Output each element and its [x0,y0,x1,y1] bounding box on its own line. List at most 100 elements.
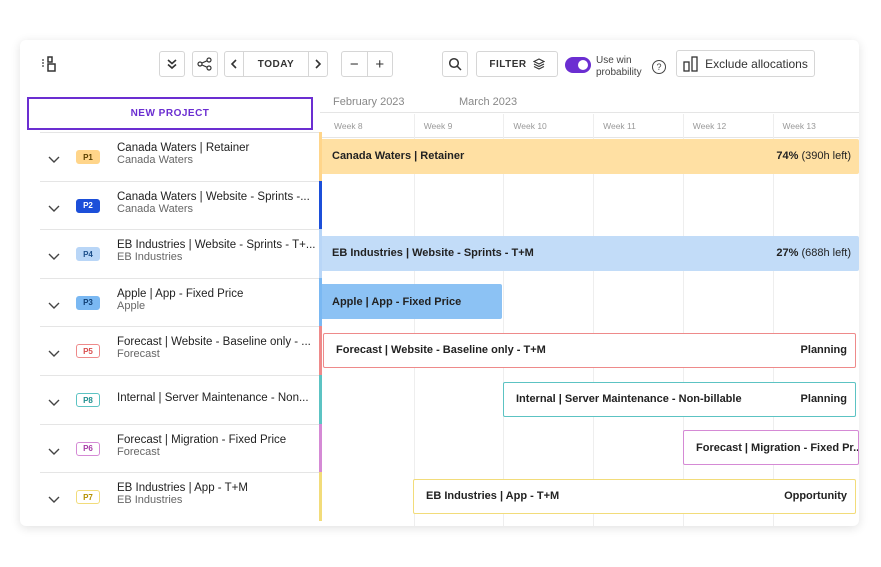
week-label: Week 10 [513,121,547,131]
project-badge: P2 [76,198,100,213]
project-row[interactable]: P6 Forecast | Migration - Fixed Price Fore… [40,423,320,472]
project-title[interactable]: Canada Waters | Retainer [117,142,249,154]
split-view-icon[interactable] [38,52,60,76]
exclude-allocations-label: Exclude allocations [705,56,808,71]
week-gridline [503,114,505,526]
filter-layers-icon [532,58,545,70]
project-badge: P8 [76,393,100,407]
win-probability-line2: probability [596,67,642,78]
project-color-stripe [319,180,322,230]
bar-status: Planning [801,393,847,405]
project-bar[interactable]: Forecast | Website - Baseline only - T+M… [323,332,856,368]
bar-status: 74% (390h left) [776,150,851,162]
project-bar[interactable]: Internal | Server Maintenance - Non-bill… [503,381,856,417]
chevron-down-icon[interactable] [48,151,60,169]
week-gridline [593,114,595,526]
project-color-stripe [319,423,322,473]
toolbar: TODAY − + FILTER Use win probability ? E… [20,40,859,92]
chevron-down-icon[interactable] [48,491,60,509]
chevron-down-icon[interactable] [48,345,60,363]
toggle-knob [578,60,588,70]
next-button[interactable] [308,52,327,76]
previous-button[interactable] [225,52,244,76]
project-row[interactable]: P3 Apple | App - Fixed Price Apple [40,277,320,326]
project-client: EB Industries [117,251,183,264]
project-client: Canada Waters [117,154,194,166]
project-row[interactable]: P2 Canada Waters | Website - Sprints -...… [40,180,320,229]
project-row[interactable]: P7 EB Industries | App - T+M EB Industries [40,472,320,520]
share-nodes-icon [197,57,213,71]
bar-label: Apple | App - Fixed Price [332,295,462,308]
bar-label: Canada Waters | Retainer [332,150,465,162]
project-title[interactable]: Apple | App - Fixed Price [117,288,243,300]
project-bar[interactable]: Canada Waters | Retainer 74% (390h left) [320,138,859,174]
project-bar[interactable]: Forecast | Migration - Fixed Pr... [683,430,859,466]
project-title[interactable]: Forecast | Migration - Fixed Price [117,434,286,446]
zoom-in-button[interactable]: + [368,52,393,76]
exclude-allocations-button[interactable]: Exclude allocations [676,50,815,77]
bar-label: EB Industries | Website - Sprints - T+M [332,247,534,260]
project-title[interactable]: EB Industries | App - T+M [117,482,248,494]
bar-hours-left: (688h left) [798,247,851,260]
week-label: Week 8 [334,121,363,131]
date-navigator: TODAY [224,51,328,77]
project-badge: P1 [76,150,100,164]
bar-label: Forecast | Website - Baseline only - T+M [336,344,546,357]
chevron-left-icon [230,59,238,69]
bar-status: 27% (688h left) [776,247,851,259]
bar-percent: 27% [776,247,799,260]
chevron-down-icon[interactable] [48,200,60,218]
project-title[interactable]: EB Industries | Website - Sprints - T+..… [117,239,315,251]
bar-label: EB Industries | App - T+M [426,490,560,503]
week-label: Week 13 [782,121,816,131]
project-title[interactable]: Canada Waters | Website - Sprints -... [117,191,310,203]
month-label: March 2023 [459,96,518,108]
project-row[interactable]: P1 Canada Waters | Retainer Canada Waters [40,132,320,180]
chevron-down-icon[interactable] [48,394,60,412]
header-divider [320,137,859,138]
zoom-out-button[interactable]: − [342,52,368,76]
win-probability-line1: Use win [596,55,632,66]
filter-button[interactable]: FILTER [476,51,558,77]
new-project-button[interactable]: NEW PROJECT [27,97,313,130]
chevron-down-icon[interactable] [48,248,60,266]
chevron-down-icon[interactable] [48,443,60,461]
columns-icon [683,55,699,72]
collapse-all-button[interactable] [159,51,185,77]
project-title[interactable]: Internal | Server Maintenance - Non... [117,392,309,404]
project-color-stripe [319,375,322,424]
week-gridline [413,114,415,526]
search-button[interactable] [442,51,468,77]
project-badge: P3 [76,295,100,310]
header-divider [320,112,859,113]
project-badge: P5 [76,344,100,359]
bar-hours-left: (390h left) [798,150,851,162]
project-row[interactable]: P5 Forecast | Website - Baseline only - .… [40,326,320,374]
project-bar[interactable]: EB Industries | Website - Sprints - T+M 2… [320,235,859,271]
bar-stage: Planning [800,344,847,357]
chevron-right-icon [314,59,322,69]
project-color-stripe [319,277,322,327]
project-client: Apple [117,299,146,312]
project-color-stripe [319,326,322,375]
project-badge: P4 [76,247,100,262]
share-button[interactable] [192,51,218,77]
bar-stage: Planning [800,393,847,405]
week-label: Week 11 [603,121,636,131]
today-button[interactable]: TODAY [258,59,294,70]
project-badge: P6 [76,441,100,456]
bar-label: Internal | Server Maintenance - Non-bill… [516,393,742,405]
project-bar[interactable]: Apple | App - Fixed Price [320,284,502,320]
help-icon[interactable]: ? [652,60,666,74]
win-probability-toggle[interactable] [565,57,591,73]
project-row[interactable]: P4 EB Industries | Website - Sprints - T+… [40,229,320,277]
chevron-down-icon[interactable] [48,297,60,315]
project-client: EB Industries [117,494,183,507]
project-client: Forecast [117,348,160,361]
project-row[interactable]: P8 Internal | Server Maintenance - Non... [40,375,320,423]
project-list: NEW PROJECT P1 Canada Waters | Retainer Ca… [20,92,320,526]
project-title[interactable]: Forecast | Website - Baseline only - ... [117,336,311,348]
project-client: Canada Waters [117,202,194,215]
project-color-stripe [319,229,322,278]
project-bar[interactable]: EB Industries | App - T+M Opportunity [413,478,856,514]
